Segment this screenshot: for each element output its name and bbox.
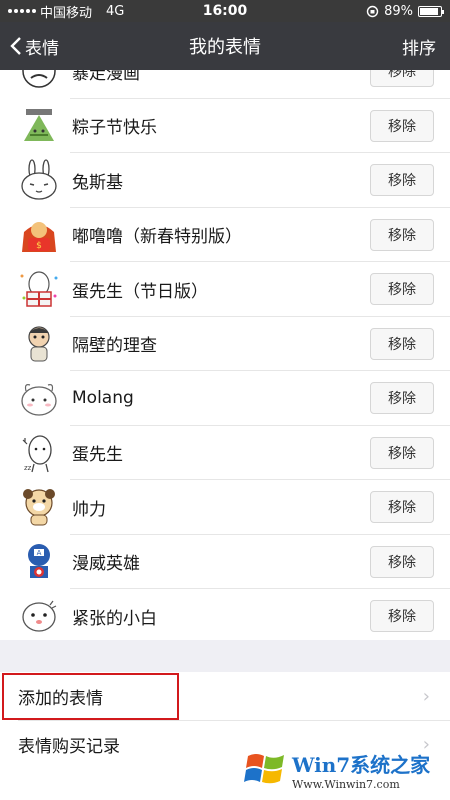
back-label: 表情 [25, 38, 59, 59]
remove-button[interactable]: 移除 [370, 600, 434, 633]
remove-button[interactable]: 移除 [370, 218, 434, 251]
watermark-brand: Win7系统之家 [292, 753, 431, 777]
sticker-name: 帅力 [72, 499, 106, 520]
remove-button[interactable]: 移除 [370, 491, 434, 524]
sticker-name: 兔斯基 [72, 172, 123, 193]
purchase-history-label: 表情购买记录 [18, 736, 120, 757]
svg-text:A: A [37, 549, 42, 557]
sticker-name: 蛋先生 [72, 445, 123, 466]
sticker-row: 兔斯基 移除 [0, 153, 450, 208]
sticker-row: 隔壁的理查 移除 [0, 317, 450, 372]
sort-button[interactable]: 排序 [402, 34, 450, 59]
sticker-row: 帅力 移除 [0, 480, 450, 535]
carrier-label: 中国移动 [40, 5, 93, 21]
mr-egg-sticker-icon: zz [22, 435, 52, 472]
remove-button[interactable]: 移除 [370, 545, 434, 578]
molang-sticker-icon [21, 384, 57, 416]
watermark: Win7系统之家 Www.Winwin7.com [244, 742, 444, 798]
remove-button[interactable]: 移除 [370, 382, 434, 415]
sticker-row: 粽子节快乐 移除 [0, 99, 450, 154]
remove-button[interactable]: 移除 [370, 327, 434, 360]
battery-percent: 89% [384, 3, 413, 19]
chevron-right-icon: › [422, 685, 430, 707]
remove-button[interactable]: 移除 [370, 273, 434, 306]
sticker-list[interactable]: 暴走漫画 移除 粽子节快乐 移除 兔斯基 移除 $ 嘟噜噜（新春特别版） 移除 蛋先生（节日版）移… [0, 70, 450, 640]
sticker-name: 紧张的小白 [72, 608, 157, 629]
shuaili-sticker-icon [23, 489, 55, 526]
sticker-row: 紧张的小白 移除 [0, 589, 450, 640]
back-button[interactable]: 表情 [0, 34, 59, 59]
sticker-name: 蛋先生（节日版） [72, 281, 208, 302]
windows-logo-icon [244, 754, 284, 784]
sticker-row: zz 蛋先生 移除 [0, 426, 450, 481]
orientation-lock-icon [366, 5, 379, 17]
status-bar: 中国移动 4G 16:00 89% [0, 0, 450, 22]
sticker-name: 嘟噜噜（新春特别版） [72, 227, 242, 248]
mr-egg-festival-sticker-icon [20, 271, 58, 307]
sticker-name: 漫威英雄 [72, 554, 140, 575]
tuzki-sticker-icon [21, 159, 57, 200]
svg-text:zz: zz [24, 464, 32, 472]
remove-button[interactable]: 移除 [370, 436, 434, 469]
richard-sticker-icon [28, 326, 50, 362]
page-title: 我的表情 [189, 37, 261, 58]
remove-button[interactable]: 移除 [370, 109, 434, 142]
sticker-row: A 漫威英雄 移除 [0, 535, 450, 590]
signal-strength-icon [8, 9, 36, 13]
network-label: 4G [106, 3, 125, 19]
remove-button[interactable]: 移除 [370, 164, 434, 197]
sticker-row: $ 嘟噜噜（新春特别版） 移除 [0, 208, 450, 263]
sticker-name: Molang [72, 388, 134, 409]
zongzi-sticker-icon [24, 108, 54, 141]
sticker-row: Molang 移除 [0, 371, 450, 426]
marvel-sticker-icon: A [28, 543, 50, 578]
remove-button[interactable]: 移除 [370, 70, 434, 88]
svg-text:$: $ [36, 241, 42, 251]
added-stickers-label: 添加的表情 [18, 688, 103, 709]
watermark-url: Www.Winwin7.com [292, 778, 400, 791]
added-stickers-row[interactable]: 添加的表情 › [0, 672, 450, 720]
sticker-row: 暴走漫画 移除 [0, 70, 450, 99]
sticker-row: 蛋先生（节日版） 移除 [0, 262, 450, 317]
dululu-sticker-icon: $ [22, 221, 56, 252]
battery-icon [418, 5, 444, 17]
sticker-name: 隔壁的理查 [72, 336, 157, 357]
xiaobai-sticker-icon [22, 600, 57, 632]
navigation-bar: 表情 我的表情 排序 [0, 22, 450, 70]
sticker-name: 暴走漫画 [72, 70, 140, 84]
rage-comic-sticker-icon [22, 70, 56, 88]
chevron-left-icon [10, 37, 21, 55]
sticker-name: 粽子节快乐 [72, 118, 157, 139]
